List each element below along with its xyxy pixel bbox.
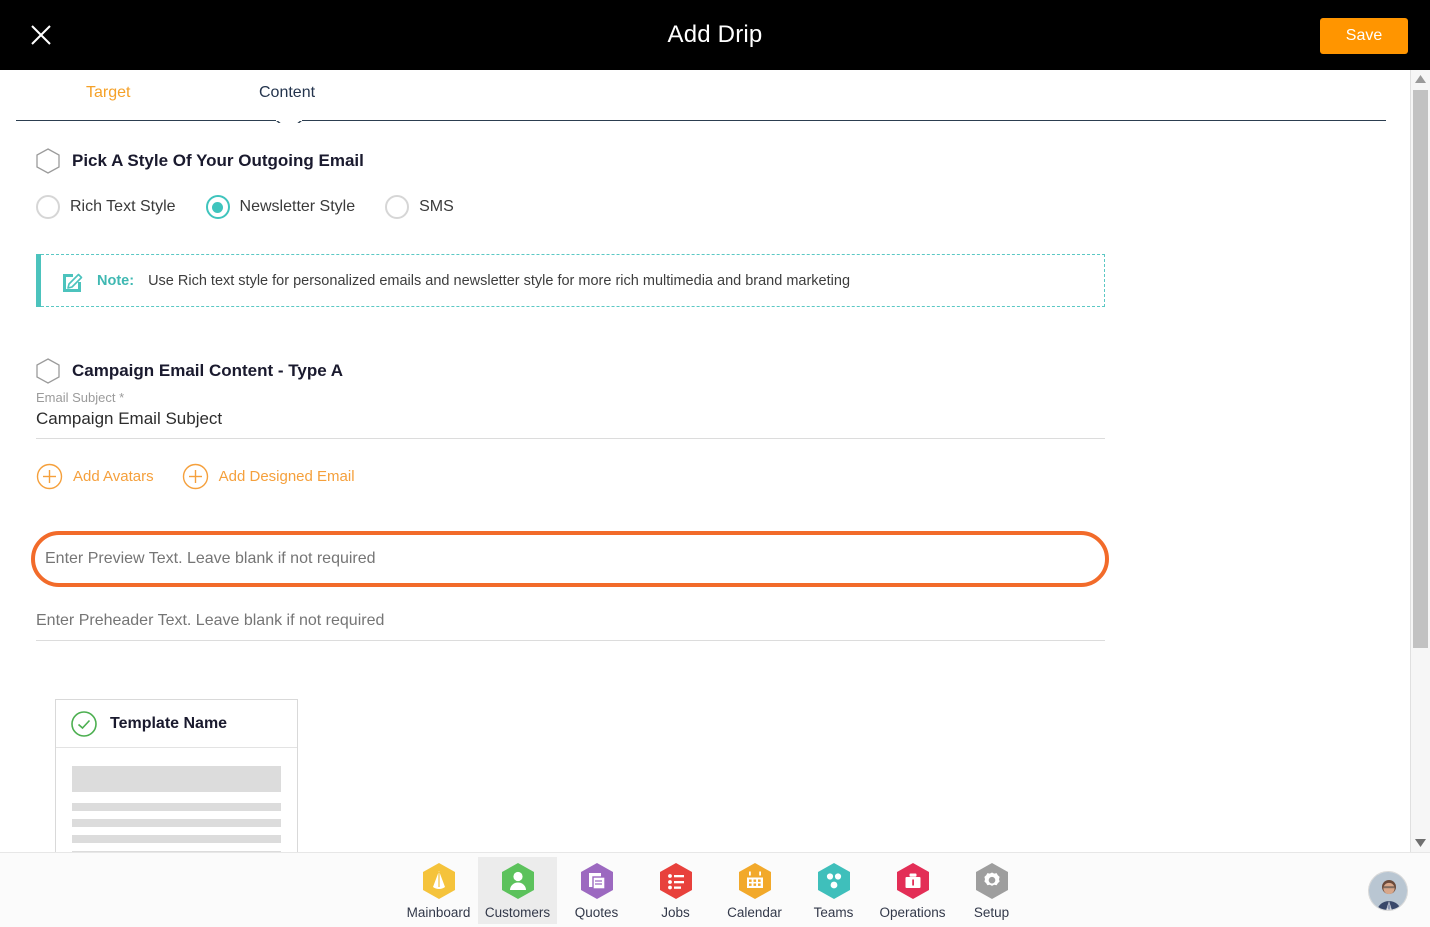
skeleton-line [72,803,281,811]
scrollbar-thumb[interactable] [1413,90,1428,648]
scroll-up-arrow-icon[interactable] [1411,70,1430,88]
nav-label-jobs: Jobs [661,905,690,920]
save-button[interactable]: Save [1320,18,1408,54]
add-avatars-button[interactable]: Add Avatars [36,463,154,490]
template-card[interactable]: Template Name [55,699,298,852]
teams-icon [815,861,853,901]
vertical-scrollbar[interactable] [1410,70,1430,852]
nav-item-jobs[interactable]: Jobs [636,857,715,924]
nav-item-mainboard[interactable]: Mainboard [399,857,478,924]
section-header-style: Pick A Style Of Your Outgoing Email [36,148,364,174]
modal-header: Add Drip Save [0,0,1430,70]
preheader-text-input[interactable] [36,612,1105,641]
tab-content[interactable]: Content [259,84,315,102]
radio-label-newsletter: Newsletter Style [239,198,356,215]
setup-icon [973,861,1011,901]
tab-target[interactable]: Target [86,84,130,102]
nav-item-operations[interactable]: Operations [873,857,952,924]
nav-label-mainboard: Mainboard [406,905,471,920]
email-subject-label: Email Subject * [36,390,125,405]
email-subject-value[interactable]: Campaign Email Subject [36,409,1105,439]
quotes-icon [578,861,616,901]
section-title-style: Pick A Style Of Your Outgoing Email [72,151,364,170]
page-title: Add Drip [667,21,763,48]
radio-label-sms: SMS [419,198,454,215]
hexagon-bullet-icon [36,148,60,174]
radio-newsletter-style[interactable]: Newsletter Style [205,195,356,219]
note-text: Use Rich text style for personalized ema… [148,272,851,289]
app-root: Add Drip Save Target Content Pick A Styl… [0,0,1430,927]
template-preview-skeleton [56,748,297,852]
form-scroll-area: Pick A Style Of Your Outgoing Email Rich… [0,123,1410,852]
nav-label-calendar: Calendar [727,905,782,920]
email-subject-field[interactable]: Email Subject * Campaign Email Subject [36,390,1105,439]
preheader-field [36,612,1105,641]
tab-bar: Target Content [0,70,1410,132]
mainboard-icon [420,861,458,901]
radio-sms[interactable]: SMS [385,195,454,219]
tab-divider [16,120,1386,121]
nav-label-teams: Teams [813,905,854,920]
section-header-campaign: Campaign Email Content - Type A [36,358,343,384]
nav-label-operations: Operations [879,905,946,920]
radio-rich-text-style[interactable]: Rich Text Style [36,195,176,219]
preview-text-input[interactable] [45,550,1085,568]
style-radio-group: Rich Text Style Newsletter Style SMS [36,195,484,219]
preview-text-highlight [31,531,1109,587]
template-card-header: Template Name [56,700,297,748]
plus-circle-icon [182,463,209,490]
hexagon-bullet-icon [36,358,60,384]
nav-item-customers[interactable]: Customers [478,857,557,924]
radio-checked-icon [205,195,230,219]
radio-label-rich-text: Rich Text Style [70,198,176,215]
skeleton-line [72,819,281,827]
check-circle-icon [70,710,98,738]
nav-item-teams[interactable]: Teams [794,857,873,924]
add-avatars-label: Add Avatars [73,468,154,485]
add-designed-email-label: Add Designed Email [218,468,355,485]
skeleton-line [72,835,281,843]
template-name-label: Template Name [110,714,228,732]
nav-label-setup: Setup [973,905,1010,920]
radio-unchecked-icon [385,195,410,219]
calendar-icon [736,861,774,901]
add-designed-email-button[interactable]: Add Designed Email [182,463,355,490]
plus-circle-icon [36,463,63,490]
section-title-campaign: Campaign Email Content - Type A [72,361,344,380]
nav-label-customers: Customers [484,905,551,920]
nav-item-quotes[interactable]: Quotes [557,857,636,924]
bottom-navigation-bar: Mainboard Customers Quotes Jobs Calendar… [0,852,1430,927]
edit-pencil-icon [59,268,85,294]
nav-item-calendar[interactable]: Calendar [715,857,794,924]
user-avatar[interactable] [1368,871,1408,911]
note-accent-bar [36,254,41,307]
nav-label-quotes: Quotes [574,905,619,920]
note-label: Note: [97,272,135,289]
skeleton-block [72,766,281,792]
operations-icon [894,861,932,901]
jobs-icon [657,861,695,901]
nav-item-setup[interactable]: Setup [952,857,1031,924]
note-banner: Note: Use Rich text style for personaliz… [36,254,1105,307]
customers-icon [499,861,537,901]
radio-unchecked-icon [36,195,60,219]
add-links-row: Add Avatars Add Designed Email [36,463,383,490]
scroll-down-arrow-icon[interactable] [1411,834,1430,852]
